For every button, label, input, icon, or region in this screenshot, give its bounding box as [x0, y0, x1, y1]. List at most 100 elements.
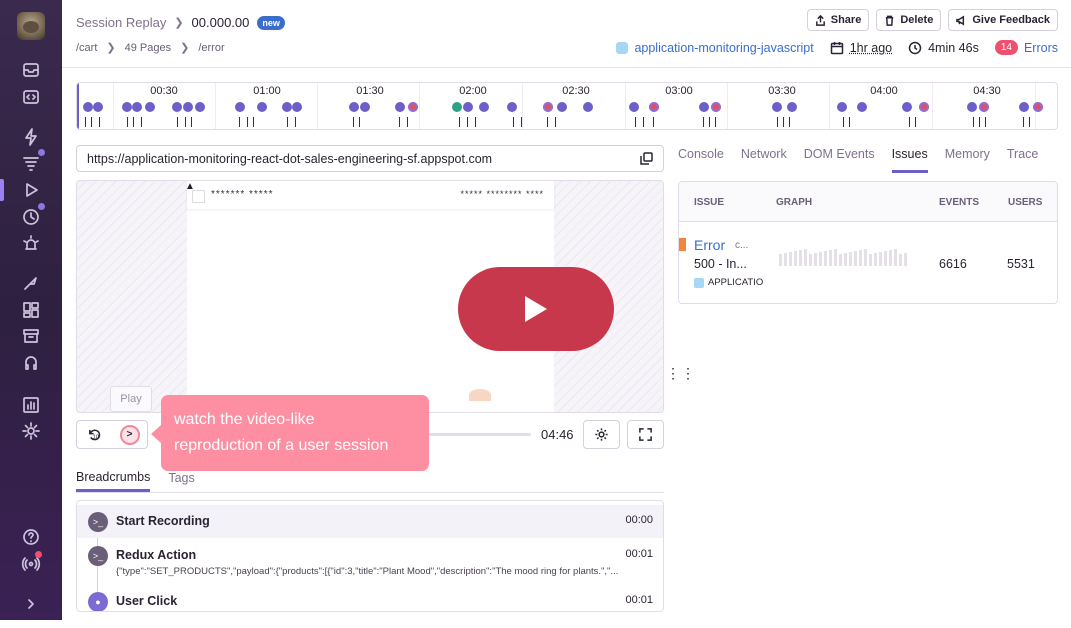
timeline-tick-mark — [849, 117, 850, 127]
timeline-playhead[interactable] — [77, 83, 79, 129]
timeline-event-marker[interactable] — [257, 102, 267, 112]
timeline-event-marker[interactable] — [172, 102, 182, 112]
breadcrumb-time[interactable]: 00:01 — [625, 548, 653, 560]
delete-button[interactable]: Delete — [876, 9, 942, 31]
lightning-icon[interactable] — [20, 126, 42, 148]
timeline-gridline — [317, 83, 318, 129]
timeline-event-marker[interactable] — [583, 102, 593, 112]
alerts-icon[interactable] — [20, 232, 42, 254]
duration-label: 4min 46s — [928, 40, 979, 55]
timeline-event-marker[interactable] — [282, 102, 292, 112]
timeline-error-marker[interactable] — [543, 102, 553, 112]
sparkline-bar — [819, 252, 822, 266]
chevron-right-icon[interactable] — [20, 593, 42, 615]
dashboards-icon[interactable] — [20, 299, 42, 321]
play-pause-button[interactable]: > — [112, 421, 147, 448]
timeline-event-marker[interactable] — [557, 102, 567, 112]
timeline-event-marker[interactable] — [967, 102, 977, 112]
timeline-event-marker[interactable] — [772, 102, 782, 112]
timeline-event-marker[interactable] — [837, 102, 847, 112]
tab-console[interactable]: Console — [678, 145, 724, 173]
help-icon[interactable] — [20, 526, 42, 548]
timeline-error-marker[interactable] — [408, 102, 418, 112]
breadcrumb-time[interactable]: 00:01 — [625, 594, 653, 606]
org-avatar[interactable] — [17, 12, 45, 40]
code-icon[interactable] — [20, 86, 42, 108]
replay-timeline[interactable]: 00:30 01:00 01:30 02:00 02:30 03:00 03:30 04:00… — [76, 82, 1058, 130]
timeline-event-marker[interactable] — [145, 102, 155, 112]
issue-title-link[interactable]: Error — [694, 237, 725, 253]
timeline-event-marker[interactable] — [507, 102, 517, 112]
support-icon[interactable] — [20, 352, 42, 374]
crumb-session-replay[interactable]: Session Replay — [76, 15, 166, 30]
timeline-event-marker[interactable] — [857, 102, 867, 112]
list-item[interactable]: >_ Redux Action 00:01 {"type":"SET_PRODU… — [77, 541, 663, 585]
timeline-event-marker[interactable] — [787, 102, 797, 112]
video-play-button[interactable] — [458, 267, 614, 351]
resize-handle-icon[interactable]: ⋮⋮ — [666, 366, 696, 380]
timeline-error-marker[interactable] — [711, 102, 721, 112]
inbox-icon[interactable] — [20, 59, 42, 81]
rewind-10-button[interactable]: 10 — [77, 421, 112, 448]
tab-issues[interactable]: Issues — [891, 145, 928, 173]
masked-nav: ***** ******** **** — [460, 189, 544, 199]
timeline-event-marker[interactable] — [349, 102, 359, 112]
list-item[interactable]: ● User Click 00:01 — [77, 588, 663, 611]
timeline-error-marker[interactable] — [1033, 102, 1043, 112]
timeline-tick-mark — [399, 117, 400, 127]
play-icon: > — [119, 424, 140, 445]
archive-icon[interactable] — [20, 325, 42, 347]
timeline-event-marker[interactable] — [452, 102, 462, 112]
timeline-event-marker[interactable] — [183, 102, 193, 112]
mouse-cursor-icon: ▲ — [185, 181, 195, 192]
copy-icon[interactable] — [640, 152, 653, 165]
timeline-tick-mark — [91, 117, 92, 127]
list-item[interactable]: >_ Start Recording 00:00 — [77, 505, 663, 538]
share-button[interactable]: Share — [806, 9, 870, 31]
column-users: USERS — [1008, 197, 1043, 208]
tab-memory[interactable]: Memory — [945, 145, 990, 173]
timeline-error-marker[interactable] — [979, 102, 989, 112]
project-link[interactable]: application-monitoring-javascript — [616, 40, 814, 55]
timeline-event-marker[interactable] — [235, 102, 245, 112]
timeline-event-marker[interactable] — [629, 102, 639, 112]
timeline-event-marker[interactable] — [195, 102, 205, 112]
stats-icon[interactable] — [20, 394, 42, 416]
path-pages[interactable]: 49 Pages — [125, 42, 171, 54]
tab-trace[interactable]: Trace — [1007, 145, 1039, 173]
timeline-event-marker[interactable] — [479, 102, 489, 112]
discover-icon[interactable] — [20, 272, 42, 294]
timeline-event-marker[interactable] — [902, 102, 912, 112]
project-name: application-monitoring-javascript — [634, 40, 814, 55]
settings-icon[interactable] — [20, 420, 42, 442]
timeline-event-marker[interactable] — [395, 102, 405, 112]
timeline-event-marker[interactable] — [122, 102, 132, 112]
tab-dom-events[interactable]: DOM Events — [804, 145, 875, 173]
breadcrumb-title: Start Recording — [116, 514, 210, 528]
timeline-event-marker[interactable] — [292, 102, 302, 112]
calendar-icon — [830, 41, 843, 54]
issue-project-name: APPLICATIO — [708, 277, 764, 288]
tab-network[interactable]: Network — [741, 145, 787, 173]
give-feedback-button[interactable]: Give Feedback — [948, 9, 1058, 31]
fullscreen-button[interactable] — [627, 420, 664, 449]
sparkline-bar — [869, 254, 872, 266]
replay-player[interactable]: ******* ***** ***** ******** **** ▲ Play — [76, 180, 664, 413]
timeline-event-marker[interactable] — [1019, 102, 1029, 112]
tab-breadcrumbs[interactable]: Breadcrumbs — [76, 464, 151, 492]
errors-link[interactable]: 14 Errors — [994, 40, 1058, 55]
timeline-event-marker[interactable] — [93, 102, 103, 112]
timeline-tick-mark — [295, 117, 296, 127]
breadcrumb-time[interactable]: 00:00 — [625, 514, 653, 526]
timeline-tick-mark — [915, 117, 916, 127]
timeline-error-marker[interactable] — [649, 102, 659, 112]
timeline-event-marker[interactable] — [83, 102, 93, 112]
replay-icon[interactable] — [20, 179, 42, 201]
settings-button[interactable] — [583, 420, 620, 449]
issues-table: ISSUE GRAPH EVENTS USERS Error c... 500 … — [678, 181, 1058, 304]
timeline-error-marker[interactable] — [919, 102, 929, 112]
timeline-event-marker[interactable] — [132, 102, 142, 112]
timeline-event-marker[interactable] — [699, 102, 709, 112]
timeline-event-marker[interactable] — [463, 102, 473, 112]
timeline-event-marker[interactable] — [360, 102, 370, 112]
